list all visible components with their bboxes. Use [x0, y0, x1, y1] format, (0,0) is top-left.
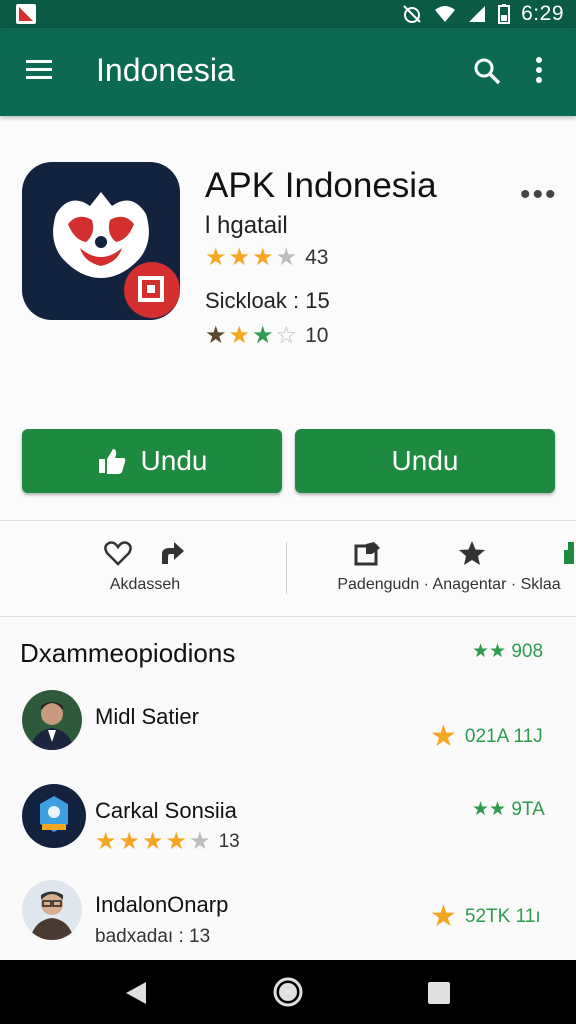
size-label: Sickloak : 15: [205, 288, 330, 313]
status-time: 6:29: [521, 2, 564, 25]
avatar: [22, 880, 82, 940]
search-icon[interactable]: [472, 56, 502, 86]
star-icon: [459, 541, 485, 565]
app-logo-icon: [53, 192, 180, 318]
secondary-rating-value: 10: [305, 324, 329, 347]
signal-icon: [469, 6, 486, 22]
rating-value: 43: [305, 246, 329, 269]
star-icon: ☆: [275, 322, 298, 349]
more-vert-icon[interactable]: [534, 56, 544, 86]
download-button-label: Undu: [140, 445, 208, 476]
review-rating-value: 13: [218, 831, 240, 852]
star-icon: ★: [430, 720, 457, 753]
avatar: [22, 784, 86, 848]
battery-icon: [498, 4, 511, 24]
divider: [286, 542, 287, 594]
star-icon: ★: [430, 900, 457, 933]
wifi-icon: [435, 6, 456, 22]
gift-icon: [564, 542, 576, 564]
share-icon: [162, 542, 184, 564]
divider: [0, 616, 576, 617]
star-icon: ★: [95, 828, 117, 855]
star-icon: ★: [252, 322, 274, 349]
avatar: [22, 690, 82, 750]
star-icon: ★: [252, 244, 274, 271]
overflow-menu-icon[interactable]: •••: [520, 178, 558, 212]
download-button[interactable]: Undu: [22, 429, 282, 493]
app-icon[interactable]: [22, 162, 180, 320]
review-name: IndalonOnarp: [95, 892, 229, 917]
review-sub: badxadaı : 13: [95, 926, 211, 947]
star-icon: ★: [205, 322, 227, 349]
action-labels-right: Padengudn · Anagentar · Sklaa: [337, 576, 561, 593]
star-icon: ★: [165, 828, 188, 855]
recent-apps-icon[interactable]: [428, 982, 450, 1004]
star-icon: ★: [228, 322, 251, 349]
notification-icon: [16, 4, 36, 24]
review-meta: ★ 52TK 11ı: [430, 902, 541, 932]
alarm-off-icon: [403, 5, 421, 23]
star-icon: ★: [205, 244, 227, 271]
developer-name: l hgatail: [205, 212, 288, 239]
back-icon[interactable]: [124, 980, 148, 1006]
section-title: Dxammeopiodions: [20, 638, 236, 668]
rating-row: ★ ★ ★ ★ 43: [205, 246, 328, 270]
review-name: Midl Satier: [95, 704, 199, 729]
bookmark-edit-icon: [354, 542, 380, 566]
action-row: Akdasseh Padengudn · Anagentar · Sklaa: [0, 522, 576, 614]
app-name: APK Indonesia: [205, 166, 437, 205]
star-icon: ★: [275, 244, 298, 271]
status-bar: 6:29: [0, 0, 576, 28]
section-score: ★★ 908: [472, 641, 544, 662]
review-meta-text: 52TK 11ı: [464, 906, 541, 927]
divider: [0, 520, 576, 521]
star-icon: ★: [228, 244, 251, 271]
review-meta-text: 021A 11J: [464, 726, 543, 747]
action-label-left: Akdasseh: [109, 576, 181, 593]
review-name: Carkal Sonsiia: [95, 798, 237, 823]
home-icon[interactable]: [272, 976, 304, 1008]
favorite-share-action[interactable]: Akdasseh: [104, 540, 186, 594]
action-group-right[interactable]: Padengudn · Anagentar · Sklaa: [308, 540, 576, 594]
thumbs-up-icon: [98, 449, 125, 474]
review-meta: ★★ 9TA: [472, 799, 545, 820]
menu-icon[interactable]: [24, 58, 54, 82]
app-bar: Indonesia: [0, 28, 576, 116]
heart-icon: [104, 541, 132, 566]
review-rating: ★ ★ ★ ★ ★ 13: [95, 830, 240, 854]
secondary-rating-row: ★ ★ ★ ☆ 10: [205, 324, 328, 348]
page-title: Indonesia: [96, 52, 235, 88]
star-icon: ★: [118, 828, 141, 855]
star-icon: ★: [189, 828, 211, 855]
secondary-download-button-label: Undu: [391, 445, 459, 476]
secondary-download-button[interactable]: Undu: [295, 429, 555, 493]
nav-bar: [0, 960, 576, 1024]
review-meta: ★ 021A 11J: [430, 722, 543, 752]
star-icon: ★: [142, 828, 164, 855]
